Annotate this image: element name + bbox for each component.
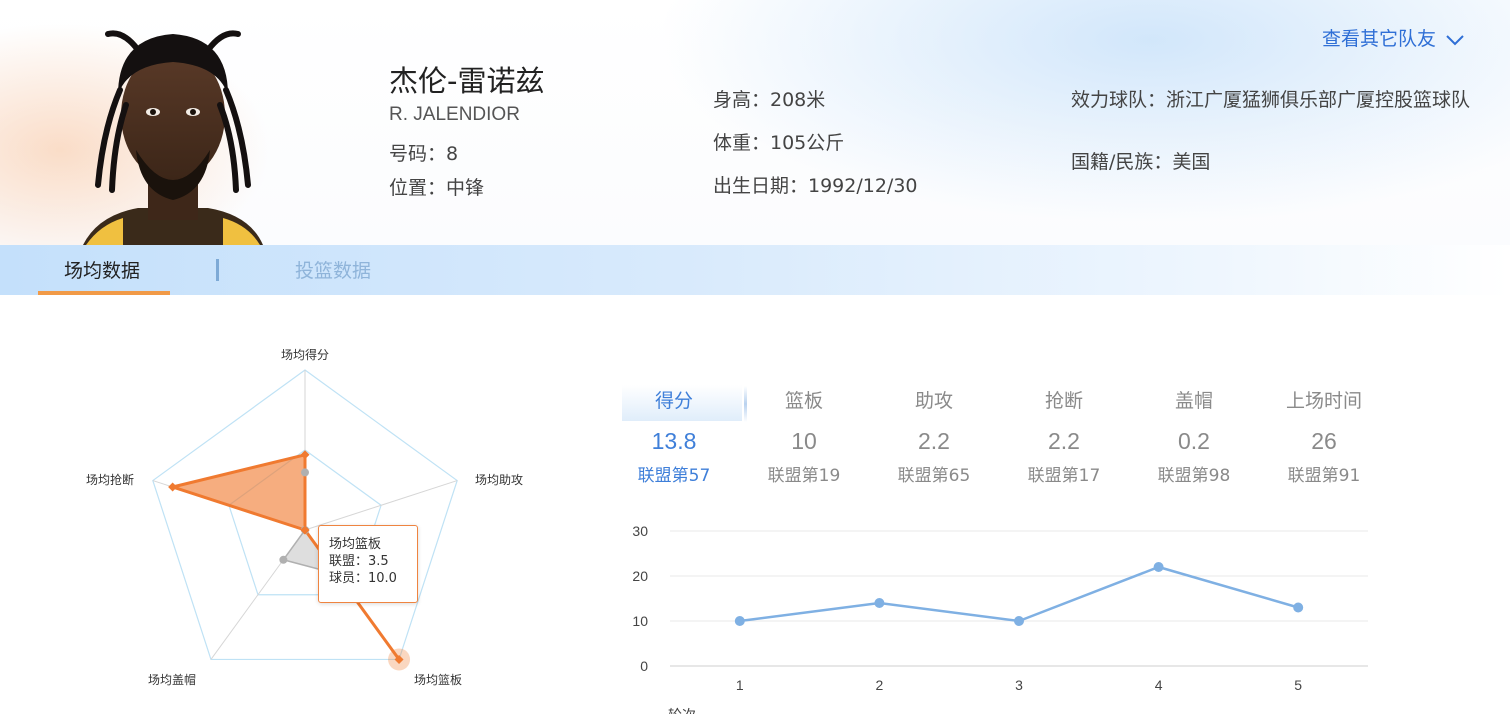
tooltip-player-value: 球员：10.0 xyxy=(329,571,397,586)
line-point xyxy=(734,616,745,626)
player-avatar xyxy=(83,30,263,245)
tooltip-title: 场均篮板 xyxy=(329,537,382,552)
player-weight: 体重：105公斤 xyxy=(713,132,845,154)
stat-value: 13.8 xyxy=(651,428,697,454)
radar-tooltip: 场均篮板 联盟：3.5 球员：10.0 xyxy=(318,525,418,603)
stat-rank: 联盟第65 xyxy=(897,466,971,486)
y-tick-label: 0 xyxy=(640,658,648,674)
stat-assists[interactable]: 助攻 2.2 联盟第65 xyxy=(869,385,999,487)
tab-average-stats[interactable]: 场均数据 xyxy=(64,245,140,295)
line-chart-y-ticks: 0 10 20 30 xyxy=(632,523,648,674)
stat-value: 2.2 xyxy=(918,428,950,454)
player-header: 杰伦-雷诺兹 R. JALENDIOR 号码：8 位置：中锋 身高：208米 体… xyxy=(0,0,1510,245)
line-points xyxy=(734,562,1304,626)
stat-label: 抢断 xyxy=(1044,390,1083,412)
stat-label: 上场时间 xyxy=(1285,390,1362,412)
stat-label: 篮板 xyxy=(784,390,823,412)
tooltip-league-value: 联盟：3.5 xyxy=(329,554,389,569)
stat-minutes[interactable]: 上场时间 26 联盟第91 xyxy=(1259,385,1389,487)
other-teammates-label: 查看其它队友 xyxy=(1322,28,1437,50)
x-axis-label: 轮次 xyxy=(668,707,696,714)
stat-rank: 联盟第98 xyxy=(1157,466,1231,486)
radar-axis-label: 场均篮板 xyxy=(414,672,462,687)
x-tick-label: 1 xyxy=(736,677,744,693)
line-series xyxy=(739,565,1299,623)
line-point xyxy=(1153,562,1164,572)
player-name: 杰伦-雷诺兹 xyxy=(389,64,545,98)
x-tick-label: 5 xyxy=(1294,677,1302,693)
other-teammates-link[interactable]: 查看其它队友 xyxy=(1322,24,1464,51)
stat-rank: 联盟第19 xyxy=(767,466,841,486)
tab-shooting-stats[interactable]: 投篮数据 xyxy=(295,245,371,295)
stat-steals[interactable]: 抢断 2.2 联盟第17 xyxy=(999,385,1129,487)
stat-value: 10 xyxy=(791,428,817,454)
radar-league-point xyxy=(279,555,288,564)
stat-rank: 联盟第57 xyxy=(637,466,711,486)
player-position: 位置：中锋 xyxy=(389,177,485,199)
player-birthday: 出生日期：1992/12/30 xyxy=(713,175,918,197)
player-number: 号码：8 xyxy=(389,143,459,165)
line-point xyxy=(1293,602,1304,613)
radar-player-point xyxy=(168,482,178,492)
radar-axis-label: 场均盖帽 xyxy=(148,672,196,687)
radar-axis-label: 场均助攻 xyxy=(475,473,523,487)
stat-label: 得分 xyxy=(654,390,693,412)
stat-rank: 联盟第17 xyxy=(1027,466,1101,486)
player-height: 身高：208米 xyxy=(713,89,826,111)
tab-active-underline xyxy=(38,291,170,295)
radar-axis-label: 场均得分 xyxy=(281,347,329,362)
radar-axis-label: 场均抢断 xyxy=(86,472,134,487)
radar-league-point xyxy=(301,468,309,477)
stat-label: 盖帽 xyxy=(1174,390,1213,412)
line-point xyxy=(874,598,885,608)
stat-points[interactable]: 得分 13.8 联盟第57 xyxy=(609,385,739,487)
player-team: 效力球队：浙江广厦猛狮俱乐部广厦控股篮球队 xyxy=(1071,89,1471,111)
stat-rank: 联盟第91 xyxy=(1287,466,1361,486)
stat-value: 0.2 xyxy=(1178,428,1210,454)
player-nationality: 国籍/民族：美国 xyxy=(1071,151,1211,173)
y-tick-label: 20 xyxy=(632,568,648,584)
stat-value: 26 xyxy=(1311,428,1337,454)
x-tick-label: 3 xyxy=(1015,677,1023,693)
points-line-chart: 0 10 20 30 1 2 3 4 5 轮次 xyxy=(632,523,1368,714)
y-tick-label: 10 xyxy=(632,613,648,629)
stat-value: 2.2 xyxy=(1048,428,1080,454)
player-english-name: R. JALENDIOR xyxy=(389,104,520,125)
radar-chart: 场均得分 场均助攻 场均篮板 场均盖帽 场均抢断 xyxy=(86,347,523,687)
stats-tab-bar: 场均数据 投篮数据 xyxy=(0,245,1510,295)
radar-axis-line xyxy=(304,480,458,531)
tab-divider xyxy=(216,259,219,281)
line-point xyxy=(1014,616,1024,626)
stat-label: 助攻 xyxy=(914,390,953,412)
chevron-down-icon xyxy=(1446,34,1464,45)
line-chart-x-ticks: 1 2 3 4 5 xyxy=(736,677,1302,693)
x-tick-label: 4 xyxy=(1155,677,1163,693)
x-tick-label: 2 xyxy=(876,677,884,693)
stat-rebounds[interactable]: 篮板 10 联盟第19 xyxy=(739,385,869,487)
y-tick-label: 30 xyxy=(632,523,648,539)
stat-blocks[interactable]: 盖帽 0.2 联盟第98 xyxy=(1129,385,1259,487)
